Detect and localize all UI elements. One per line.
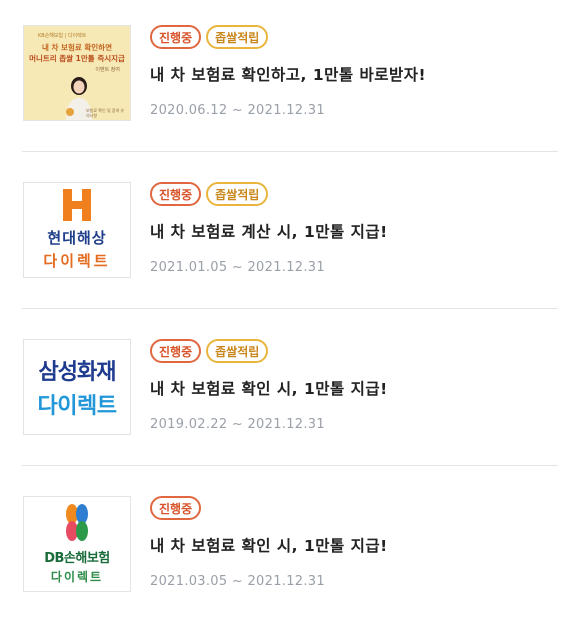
event-item-db[interactable]: DB손해보험 다이렉트 진행중 내 차 보험료 확인 시, 1만톨 지급! 20… [22,496,558,628]
event-title[interactable]: 내 차 보험료 확인하고, 1만톨 바로받자! [150,63,550,85]
badge-group: 진행중 [150,496,550,520]
event-thumbnail-db[interactable]: DB손해보험 다이렉트 [23,496,131,592]
event-content: 진행중 좁쌀적립 내 차 보험료 확인하고, 1만톨 바로받자! 2020.06… [150,25,550,118]
hyundai-logo-direct: 다이렉트 [43,252,111,270]
divider [22,151,558,152]
hyundai-logo-name: 현대해상 [47,229,107,247]
event-title[interactable]: 내 차 보험료 계산 시, 1만톨 지급! [150,220,550,242]
badge-group: 진행중 좁쌀적립 [150,339,550,363]
event-content: 진행중 내 차 보험료 확인 시, 1만톨 지급! 2021.03.05 ~ 2… [150,496,550,589]
divider [22,308,558,309]
samsung-logo-direct: 다이렉트 [37,394,117,419]
event-item-kb[interactable]: KB손해보험 | 다이렉트 내 차 보험료 확인하면 머니트리 좁쌀 1만톨 즉… [22,25,558,157]
event-item-hyundai[interactable]: 현대해상 다이렉트 진행중 좁쌀적립 내 차 보험료 계산 시, 1만톨 지급!… [22,182,558,314]
event-content: 진행중 좁쌀적립 내 차 보험료 계산 시, 1만톨 지급! 2021.01.0… [150,182,550,275]
hyundai-logo: 현대해상 다이렉트 [43,189,110,271]
db-logo-mark-icon [65,504,88,541]
promo-subheadline: 머니트리 좁쌀 1만톨 즉시지급 [29,54,125,63]
event-content: 진행중 좁쌀적립 내 차 보험료 확인 시, 1만톨 지급! 2019.02.2… [150,339,550,432]
status-badge-ongoing: 진행중 [150,25,202,49]
promo-brand: KB손해보험 | 다이렉트 [38,33,87,39]
event-thumbnail-samsung[interactable]: 삼성화재 다이렉트 [23,339,131,435]
event-thumbnail-kb[interactable]: KB손해보험 | 다이렉트 내 차 보험료 확인하면 머니트리 좁쌀 1만톨 즉… [23,25,131,121]
reward-badge: 좁쌀적립 [206,339,269,363]
status-badge-ongoing: 진행중 [150,496,202,520]
event-item-samsung[interactable]: 삼성화재 다이렉트 진행중 좁쌀적립 내 차 보험료 확인 시, 1만톨 지급!… [22,339,558,471]
badge-group: 진행중 좁쌀적립 [150,25,550,49]
reward-badge: 좁쌀적립 [206,182,269,206]
divider [22,465,558,466]
db-logo-name: DB손해보험 [44,551,110,566]
promo-banner: KB손해보험 | 다이렉트 내 차 보험료 확인하면 머니트리 좁쌀 1만톨 즉… [24,26,130,120]
event-period: 2020.06.12 ~ 2021.12.31 [150,103,325,118]
badge-group: 진행중 좁쌀적립 [150,182,550,206]
event-period: 2021.03.05 ~ 2021.12.31 [150,574,325,589]
samsung-logo-name: 삼성화재 [38,360,117,385]
event-title[interactable]: 내 차 보험료 확인 시, 1만톨 지급! [150,534,550,556]
hyundai-h-logo-icon [62,189,91,221]
samsung-logo: 삼성화재 다이렉트 [38,354,117,420]
reward-badge: 좁쌀적립 [206,25,269,49]
db-logo-direct: 다이렉트 [50,570,104,584]
promo-headline: 내 차 보험료 확인하면 [42,43,112,52]
status-badge-ongoing: 진행중 [150,339,202,363]
event-period: 2021.01.05 ~ 2021.12.31 [150,260,325,275]
event-title[interactable]: 내 차 보험료 확인 시, 1만톨 지급! [150,377,550,399]
status-badge-ongoing: 진행중 [150,182,202,206]
promo-cta: 이벤트 참여 [95,67,120,73]
promo-fine-print: 보험료 확인 및 참여 유의사항 [86,108,125,118]
event-period: 2019.02.22 ~ 2021.12.31 [150,417,325,432]
db-logo: DB손해보험 다이렉트 [44,503,110,585]
event-thumbnail-hyundai[interactable]: 현대해상 다이렉트 [23,182,131,278]
